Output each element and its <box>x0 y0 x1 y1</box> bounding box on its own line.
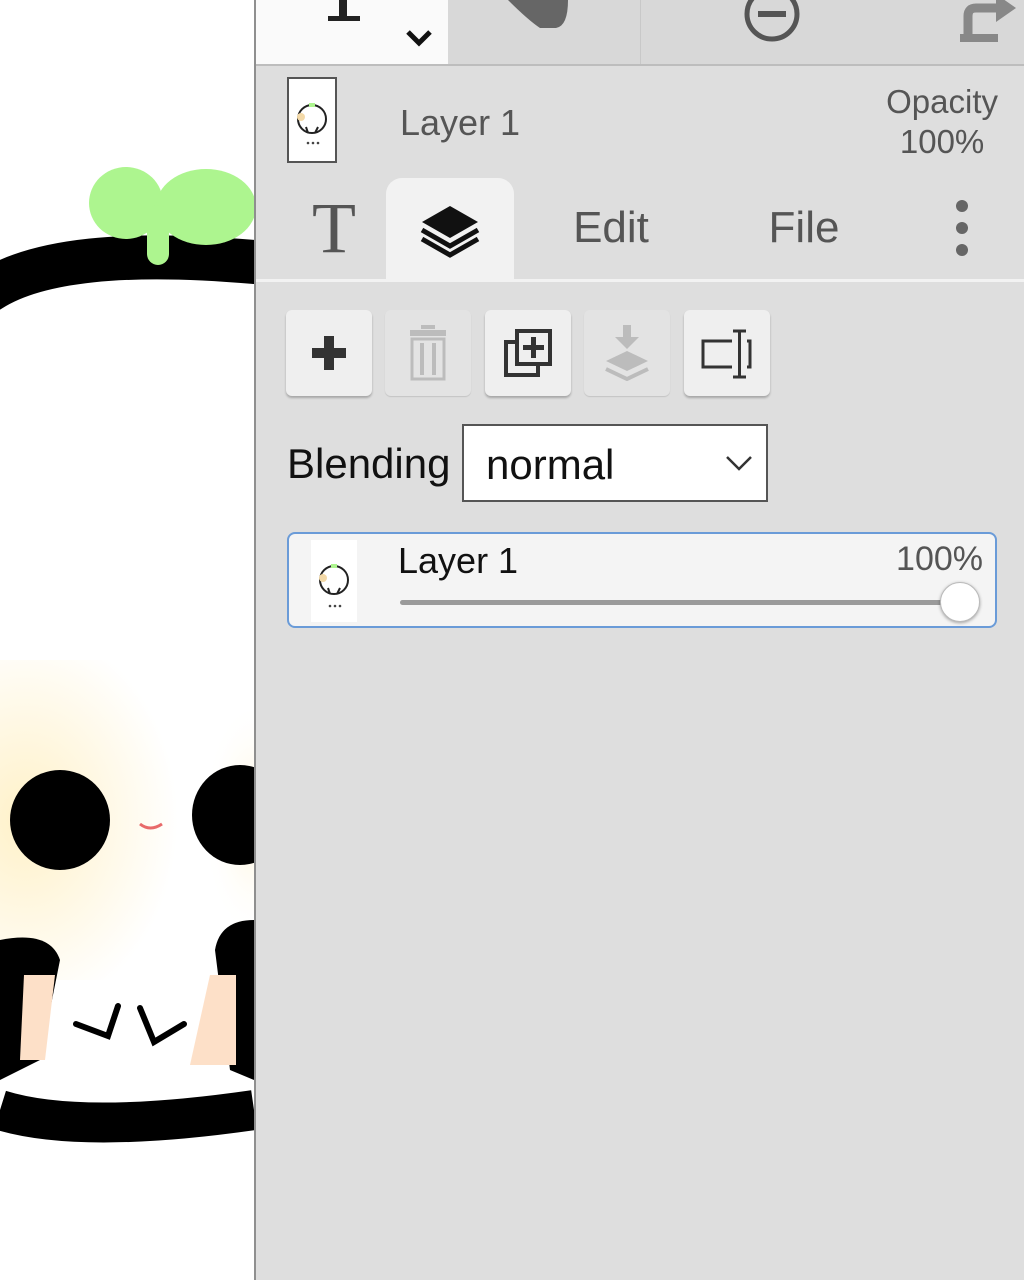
blending-label: Blending <box>287 440 451 487</box>
tab-text[interactable]: T <box>284 178 384 278</box>
paint-bucket-icon <box>508 0 568 28</box>
side-panel: Layer 1 Opacity 100% T Edit File Blendin… <box>254 0 1024 1280</box>
rename-layer-button[interactable] <box>684 310 770 396</box>
text-cursor-icon <box>328 0 432 47</box>
current-layer-thumbnail[interactable] <box>287 77 337 163</box>
current-layer-name[interactable]: Layer 1 <box>400 102 520 144</box>
opacity-label: Opacity <box>886 83 998 120</box>
plus-icon <box>312 336 346 370</box>
trash-icon <box>410 325 446 381</box>
text-tool-button[interactable] <box>256 0 448 64</box>
zoom-out-icon <box>744 0 800 42</box>
layer-opacity-slider-handle[interactable] <box>940 582 980 622</box>
merge-down-button[interactable] <box>584 310 670 396</box>
duplicate-icon <box>504 329 552 377</box>
add-layer-button[interactable] <box>286 310 372 396</box>
tab-edit[interactable]: Edit <box>556 178 666 278</box>
redo-icon <box>960 0 1016 42</box>
tab-file[interactable]: File <box>754 178 854 278</box>
redo-button[interactable] <box>910 0 1024 64</box>
panel-tabs: T Edit File <box>256 178 1024 282</box>
drawing-canvas[interactable] <box>0 0 254 1280</box>
blending-mode-value: normal <box>486 441 615 488</box>
text-tab-icon: T <box>312 187 356 268</box>
duplicate-layer-button[interactable] <box>485 310 571 396</box>
layer-thumbnail-image <box>297 103 327 145</box>
fill-tool-button[interactable] <box>448 0 641 64</box>
layer-row-thumbnail[interactable] <box>311 540 357 622</box>
layer-row-name: Layer 1 <box>398 540 519 581</box>
rename-icon <box>701 329 752 379</box>
top-toolbar <box>256 0 1024 66</box>
layer-opacity-readout[interactable]: Opacity 100% <box>886 82 998 162</box>
layer-row-selected[interactable]: Layer 1 100% <box>287 532 997 628</box>
current-layer-header: Layer 1 Opacity 100% <box>256 66 1024 178</box>
panda-artwork <box>0 0 254 1280</box>
tab-layers[interactable] <box>386 178 514 279</box>
layer-thumbnail-image <box>319 564 349 608</box>
zoom-out-button[interactable] <box>640 0 910 64</box>
layer-opacity-slider-track[interactable] <box>400 600 960 605</box>
opacity-value: 100% <box>899 123 985 160</box>
more-menu-button[interactable] <box>940 178 984 278</box>
more-vertical-icon <box>956 200 968 256</box>
layer-row-opacity: 100% <box>896 540 983 578</box>
blending-mode-select[interactable]: normal <box>462 424 768 502</box>
chevron-down-icon <box>726 456 752 471</box>
merge-down-icon <box>605 325 649 381</box>
layers-icon <box>420 205 480 258</box>
delete-layer-button[interactable] <box>385 310 471 396</box>
